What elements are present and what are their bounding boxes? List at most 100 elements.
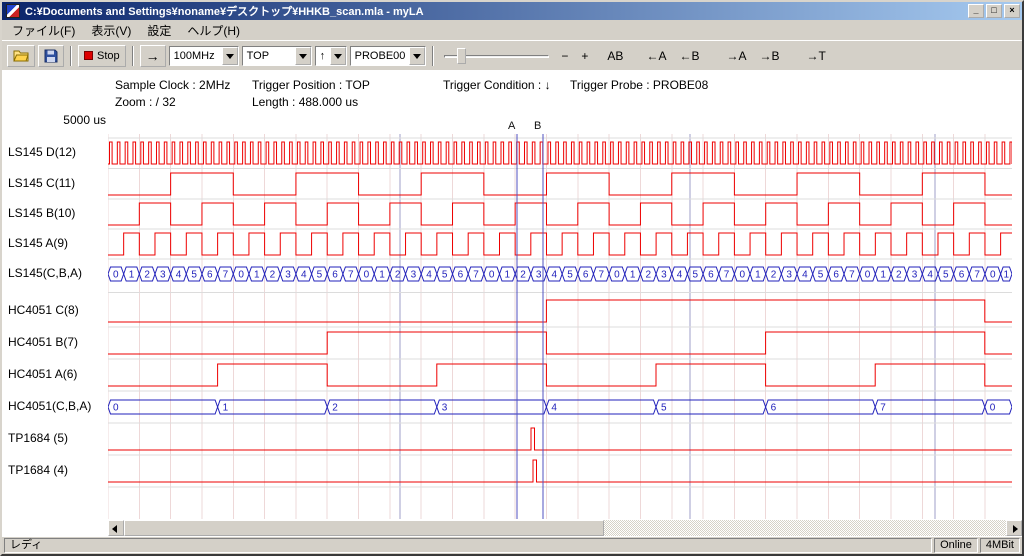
svg-text:2: 2 xyxy=(332,403,338,414)
maximize-button[interactable]: □ xyxy=(986,4,1002,18)
svg-text:2: 2 xyxy=(896,270,902,281)
trigger-position-select[interactable]: TOP xyxy=(242,46,312,66)
svg-text:5: 5 xyxy=(818,270,824,281)
svg-text:0: 0 xyxy=(990,403,996,414)
goto-marker-a-right-button[interactable]: →A xyxy=(721,45,751,67)
channel-label: LS145(C,B,A) xyxy=(8,266,82,280)
channel-label: LS145 A(9) xyxy=(8,236,68,250)
probe-value: PROBE00 xyxy=(351,50,410,62)
open-folder-icon xyxy=(13,49,29,62)
left-arrow-icon xyxy=(112,525,117,533)
status-online: Online xyxy=(934,538,978,553)
svg-text:5: 5 xyxy=(692,270,698,281)
menubar: ファイル(F) 表示(V) 設定 ヘルプ(H) xyxy=(2,20,1022,40)
chevron-down-icon[interactable] xyxy=(409,47,425,65)
svg-text:4: 4 xyxy=(927,270,933,281)
svg-text:1: 1 xyxy=(755,270,761,281)
svg-text:2: 2 xyxy=(270,270,276,281)
save-button[interactable] xyxy=(38,45,64,67)
open-button[interactable] xyxy=(7,45,35,67)
svg-text:3: 3 xyxy=(160,270,166,281)
ab-span-button[interactable]: AB xyxy=(602,45,628,67)
svg-text:1: 1 xyxy=(880,270,886,281)
chevron-down-icon[interactable] xyxy=(295,47,311,65)
probe-select[interactable]: PROBE00 xyxy=(350,46,427,66)
svg-text:5: 5 xyxy=(317,270,323,281)
chevron-down-icon[interactable] xyxy=(222,47,238,65)
app-icon[interactable] xyxy=(6,4,20,18)
time-ruler-label: 5000 us xyxy=(62,113,106,127)
svg-text:1: 1 xyxy=(129,270,135,281)
zoom-in-button[interactable]: + xyxy=(576,45,593,67)
svg-text:2: 2 xyxy=(771,270,777,281)
floppy-disk-icon xyxy=(44,49,58,63)
svg-text:4: 4 xyxy=(551,403,557,414)
svg-text:7: 7 xyxy=(849,270,855,281)
sample-clock-select[interactable]: 100MHz xyxy=(169,46,239,66)
channel-label: HC4051 A(6) xyxy=(8,367,77,381)
close-button[interactable]: × xyxy=(1004,4,1020,18)
zoom-slider-thumb[interactable] xyxy=(457,48,466,64)
trigger-edge-select[interactable]: ↑ xyxy=(315,46,347,66)
menu-help[interactable]: ヘルプ(H) xyxy=(179,20,248,41)
trigger-probe-info: Trigger Probe : PROBE08 xyxy=(570,78,708,92)
waveform-canvas[interactable]: 0123456701234567012345670123456701234567… xyxy=(108,134,1012,520)
chevron-down-icon[interactable] xyxy=(330,47,346,65)
svg-text:3: 3 xyxy=(442,403,448,414)
zoom-out-button[interactable]: − xyxy=(556,45,573,67)
scrollbar-thumb[interactable] xyxy=(124,520,604,536)
right-arrow-icon xyxy=(1013,525,1018,533)
svg-text:3: 3 xyxy=(536,270,542,281)
svg-text:2: 2 xyxy=(144,270,150,281)
app-window: C:¥Documents and Settings¥noname¥デスクトップ¥… xyxy=(0,0,1024,556)
svg-text:7: 7 xyxy=(348,270,354,281)
svg-text:4: 4 xyxy=(176,270,182,281)
svg-text:0: 0 xyxy=(739,270,745,281)
menu-file[interactable]: ファイル(F) xyxy=(4,20,83,41)
svg-text:0: 0 xyxy=(489,270,495,281)
svg-text:3: 3 xyxy=(285,270,291,281)
sample-clock-info: Sample Clock : 2MHz xyxy=(115,78,230,92)
run-button[interactable]: → xyxy=(140,45,166,67)
svg-text:1: 1 xyxy=(630,270,636,281)
trigger-position-info: Trigger Position : TOP xyxy=(252,78,370,92)
waveform-area[interactable]: 0123456701234567012345670123456701234567… xyxy=(108,134,1012,520)
scroll-left-button[interactable] xyxy=(108,520,124,536)
scroll-right-button[interactable] xyxy=(1006,520,1022,536)
minimize-button[interactable]: _ xyxy=(968,4,984,18)
svg-text:0: 0 xyxy=(614,270,620,281)
goto-trigger-button[interactable]: →T xyxy=(802,45,831,67)
window-title: C:¥Documents and Settings¥noname¥デスクトップ¥… xyxy=(25,3,966,19)
svg-text:7: 7 xyxy=(880,403,886,414)
svg-text:1: 1 xyxy=(505,270,511,281)
goto-marker-a-left-button[interactable]: ←A xyxy=(641,45,671,67)
status-message: レディ xyxy=(4,538,932,553)
goto-marker-b-right-button[interactable]: →B xyxy=(754,45,784,67)
svg-text:5: 5 xyxy=(191,270,197,281)
zoom-info: Zoom : / 32 xyxy=(115,95,176,109)
stop-button[interactable]: Stop xyxy=(78,45,126,67)
toolbar: Stop → 100MHz TOP ↑ PROBE00 − + AB ←A ←B xyxy=(2,40,1022,70)
svg-text:5: 5 xyxy=(442,270,448,281)
svg-text:5: 5 xyxy=(567,270,573,281)
svg-text:4: 4 xyxy=(426,270,432,281)
goto-marker-b-left-button[interactable]: ←B xyxy=(674,45,704,67)
svg-text:3: 3 xyxy=(912,270,918,281)
scrollbar-strip xyxy=(2,519,1022,537)
sample-clock-value: 100MHz xyxy=(170,50,222,62)
svg-text:4: 4 xyxy=(301,270,307,281)
svg-text:6: 6 xyxy=(833,270,839,281)
channel-label: TP1684 (5) xyxy=(8,431,68,445)
svg-text:6: 6 xyxy=(332,270,338,281)
scrollbar-track[interactable] xyxy=(124,520,1006,536)
svg-text:3: 3 xyxy=(786,270,792,281)
marker-label[interactable]: B xyxy=(534,120,541,132)
marker-label[interactable]: A xyxy=(508,120,515,132)
menu-settings[interactable]: 設定 xyxy=(139,20,179,41)
svg-text:6: 6 xyxy=(771,403,777,414)
svg-text:2: 2 xyxy=(395,270,401,281)
trigger-edge-value: ↑ xyxy=(316,50,330,62)
horizontal-scrollbar[interactable] xyxy=(108,520,1022,536)
zoom-slider[interactable] xyxy=(444,45,549,67)
menu-view[interactable]: 表示(V) xyxy=(83,20,139,41)
